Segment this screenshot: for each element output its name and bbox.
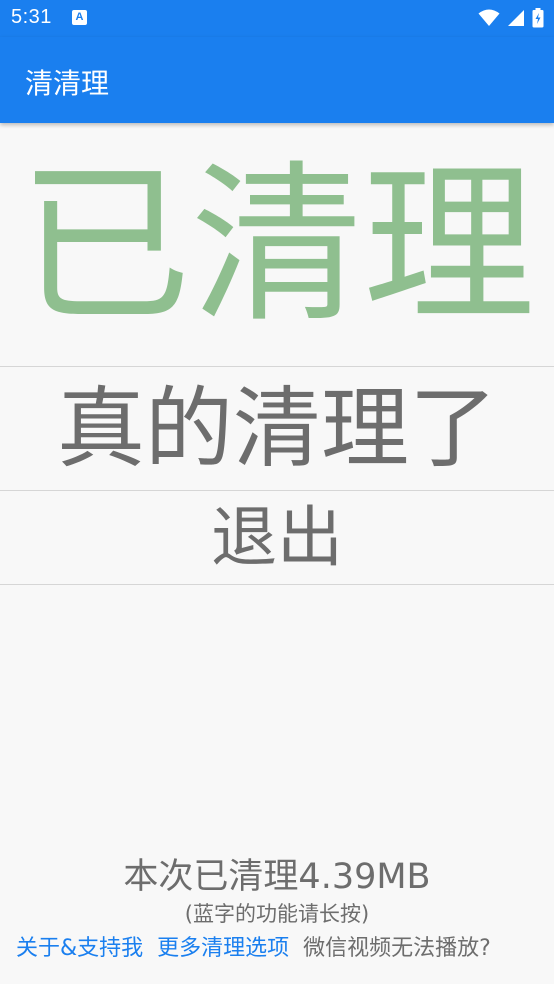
cleaned-status-text: 已清理: [19, 145, 535, 346]
divider: [0, 584, 554, 585]
battery-icon: [532, 8, 544, 28]
confirm-cleaned-button[interactable]: 真的清理了: [0, 368, 554, 490]
footer-links: 关于&支持我 更多清理选项 微信视频无法播放?: [16, 930, 546, 962]
wifi-icon: [478, 9, 500, 26]
wechat-video-issue-text[interactable]: 微信视频无法播放?: [303, 930, 491, 962]
app-title: 清清理: [25, 67, 110, 100]
divider: [0, 490, 554, 491]
long-press-hint: (蓝字的功能请长按): [184, 902, 370, 926]
about-support-link[interactable]: 关于&支持我: [16, 930, 143, 962]
notification-a-icon: A: [72, 10, 87, 25]
divider: [0, 366, 554, 367]
status-bar: 5:31 A: [0, 0, 554, 37]
exit-button[interactable]: 退出: [0, 492, 554, 584]
cell-signal-icon: [508, 10, 524, 26]
app-bar: 清清理: [0, 37, 554, 123]
status-icons: [478, 7, 544, 29]
status-time: 5:31: [11, 6, 52, 28]
cleaned-summary: 本次已清理4.39MB: [123, 857, 431, 897]
more-clean-options-link[interactable]: 更多清理选项: [157, 930, 289, 962]
